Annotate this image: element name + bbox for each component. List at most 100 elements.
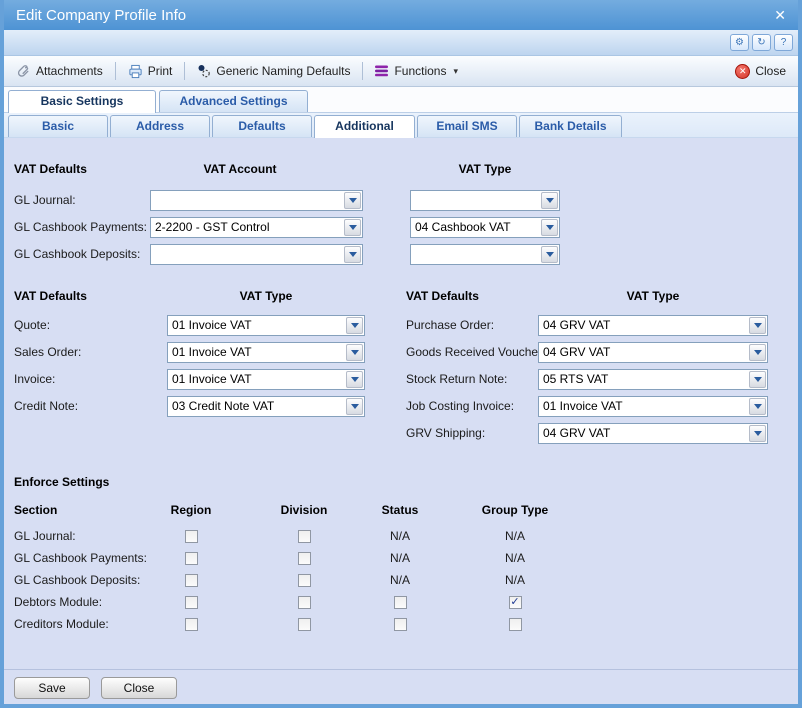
chevron-down-icon bbox=[344, 219, 361, 236]
gl-cashbook-deposits-account-select[interactable] bbox=[150, 244, 363, 265]
tab-additional[interactable]: Additional bbox=[314, 115, 415, 138]
additional-tab-panel: VAT Defaults VAT Account VAT Type GL Jou… bbox=[4, 138, 798, 669]
vat-defaults-heading-1: VAT Defaults bbox=[14, 162, 87, 176]
enforce-gl-cashbook-payments-division-checkbox[interactable] bbox=[279, 550, 329, 566]
naming-defaults-icon bbox=[197, 64, 211, 78]
titlebar: Edit Company Profile Info ✕ bbox=[4, 0, 798, 30]
enforce-gl-cashbook-deposits-status-na: N/A bbox=[375, 572, 425, 588]
tab-defaults[interactable]: Defaults bbox=[212, 115, 312, 137]
window-close-icon[interactable]: ✕ bbox=[774, 7, 786, 24]
toolbar-separator bbox=[362, 62, 363, 80]
vat-type-heading-3: VAT Type bbox=[538, 289, 768, 303]
goods-received-voucher-vattype-select[interactable]: 04 GRV VAT bbox=[538, 342, 768, 363]
functions-menu-button[interactable]: Functions ▾ bbox=[371, 62, 462, 80]
enforce-creditors-module-status-checkbox[interactable] bbox=[375, 616, 425, 632]
attachments-button[interactable]: Attachments bbox=[12, 62, 107, 81]
enforce-col-group-type: Group Type bbox=[470, 503, 560, 517]
sales-order-label: Sales Order: bbox=[14, 342, 81, 363]
grv-shipping-vattype-select[interactable]: 04 GRV VAT bbox=[538, 423, 768, 444]
toolbar-close-button[interactable]: ✕ Close bbox=[731, 62, 790, 81]
stock-return-note-vattype-select[interactable]: 05 RTS VAT bbox=[538, 369, 768, 390]
primary-tab-bar: Basic Settings Advanced Settings bbox=[4, 87, 798, 113]
enforce-gl-cashbook-deposits-region-checkbox[interactable] bbox=[166, 572, 216, 588]
job-costing-invoice-label: Job Costing Invoice: bbox=[406, 396, 514, 417]
print-label: Print bbox=[148, 64, 173, 78]
toolbar-separator bbox=[115, 62, 116, 80]
chevron-down-icon bbox=[749, 317, 766, 334]
chevron-down-icon bbox=[541, 219, 558, 236]
options-strip: ⚙ ↻ ? bbox=[4, 30, 798, 56]
sales-order-vattype-select[interactable]: 01 Invoice VAT bbox=[167, 342, 365, 363]
invoice-vattype-select[interactable]: 01 Invoice VAT bbox=[167, 369, 365, 390]
enforce-debtors-module-division-checkbox[interactable] bbox=[279, 594, 329, 610]
gl-journal-account-select[interactable] bbox=[150, 190, 363, 211]
enforce-creditors-module-division-checkbox[interactable] bbox=[279, 616, 329, 632]
toolbar: Attachments Print Generic Naming Default… bbox=[4, 56, 798, 87]
footer-close-button[interactable]: Close bbox=[101, 677, 177, 699]
gl-cashbook-payments-account-select[interactable]: 2-2200 - GST Control bbox=[150, 217, 363, 238]
enforce-gl-cashbook-payments-status-na: N/A bbox=[375, 550, 425, 566]
chevron-down-icon bbox=[344, 246, 361, 263]
enforce-gl-cashbook-payments-grouptype-na: N/A bbox=[490, 550, 540, 566]
tab-basic[interactable]: Basic bbox=[8, 115, 108, 137]
paperclip-icon bbox=[16, 64, 31, 79]
enforce-gl-journal-status-na: N/A bbox=[375, 528, 425, 544]
enforce-gl-cashbook-payments-label: GL Cashbook Payments: bbox=[14, 550, 147, 566]
chevron-down-icon bbox=[541, 246, 558, 263]
toolbar-separator bbox=[184, 62, 185, 80]
enforce-creditors-module-grouptype-checkbox[interactable] bbox=[490, 616, 540, 632]
enforce-creditors-module-region-checkbox[interactable] bbox=[166, 616, 216, 632]
dialog-title: Edit Company Profile Info bbox=[16, 7, 186, 24]
credit-note-label: Credit Note: bbox=[14, 396, 78, 417]
purchase-order-vattype-select[interactable]: 04 GRV VAT bbox=[538, 315, 768, 336]
enforce-debtors-module-label: Debtors Module: bbox=[14, 594, 102, 610]
tab-address[interactable]: Address bbox=[110, 115, 210, 137]
caret-down-icon: ▾ bbox=[453, 66, 458, 77]
print-button[interactable]: Print bbox=[124, 62, 177, 81]
gl-journal-vattype-select[interactable] bbox=[410, 190, 560, 211]
refresh-button[interactable]: ↻ bbox=[752, 34, 771, 51]
chevron-down-icon bbox=[749, 398, 766, 415]
purchase-order-label: Purchase Order: bbox=[406, 315, 494, 336]
chevron-down-icon bbox=[346, 317, 363, 334]
vat-account-heading: VAT Account bbox=[150, 162, 330, 176]
enforce-col-status: Status bbox=[355, 503, 445, 517]
enforce-gl-cashbook-payments-region-checkbox[interactable] bbox=[166, 550, 216, 566]
chevron-down-icon bbox=[346, 344, 363, 361]
enforce-settings-heading: Enforce Settings bbox=[14, 475, 109, 489]
tab-email-sms[interactable]: Email SMS bbox=[417, 115, 517, 137]
enforce-gl-journal-region-checkbox[interactable] bbox=[166, 528, 216, 544]
save-button[interactable]: Save bbox=[14, 677, 90, 699]
generic-naming-defaults-button[interactable]: Generic Naming Defaults bbox=[193, 62, 354, 80]
gl-cashbook-deposits-vattype-select[interactable] bbox=[410, 244, 560, 265]
enforce-gl-cashbook-deposits-division-checkbox[interactable] bbox=[279, 572, 329, 588]
job-costing-invoice-vattype-select[interactable]: 01 Invoice VAT bbox=[538, 396, 768, 417]
refresh-icon: ↻ bbox=[757, 37, 765, 48]
quote-vattype-select[interactable]: 01 Invoice VAT bbox=[167, 315, 365, 336]
enforce-gl-journal-division-checkbox[interactable] bbox=[279, 528, 329, 544]
tab-advanced-settings[interactable]: Advanced Settings bbox=[159, 90, 308, 112]
chevron-down-icon bbox=[749, 344, 766, 361]
enforce-creditors-module-label: Creditors Module: bbox=[14, 616, 109, 632]
chevron-down-icon bbox=[346, 398, 363, 415]
enforce-debtors-module-grouptype-checkbox[interactable]: ✓ bbox=[490, 594, 540, 610]
chevron-down-icon bbox=[346, 371, 363, 388]
goods-received-voucher-label: Goods Received Voucher: bbox=[406, 342, 545, 363]
tab-basic-settings[interactable]: Basic Settings bbox=[8, 90, 156, 113]
dialog-window: Edit Company Profile Info ✕ ⚙ ↻ ? Attach… bbox=[0, 0, 802, 708]
vat-type-heading-1: VAT Type bbox=[410, 162, 560, 176]
enforce-gl-journal-grouptype-na: N/A bbox=[490, 528, 540, 544]
tab-bank-details[interactable]: Bank Details bbox=[519, 115, 622, 137]
enforce-debtors-module-status-checkbox[interactable] bbox=[375, 594, 425, 610]
enforce-gl-cashbook-deposits-grouptype-na: N/A bbox=[490, 572, 540, 588]
generic-naming-defaults-label: Generic Naming Defaults bbox=[216, 64, 350, 78]
enforce-col-region: Region bbox=[146, 503, 236, 517]
help-button[interactable]: ? bbox=[774, 34, 793, 51]
settings-button[interactable]: ⚙ bbox=[730, 34, 749, 51]
toolbar-close-label: Close bbox=[755, 64, 786, 78]
enforce-debtors-module-region-checkbox[interactable] bbox=[166, 594, 216, 610]
gl-cashbook-payments-vattype-select[interactable]: 04 Cashbook VAT bbox=[410, 217, 560, 238]
credit-note-vattype-select[interactable]: 03 Credit Note VAT bbox=[167, 396, 365, 417]
gl-cashbook-deposits-label: GL Cashbook Deposits: bbox=[14, 244, 140, 265]
chevron-down-icon bbox=[749, 425, 766, 442]
